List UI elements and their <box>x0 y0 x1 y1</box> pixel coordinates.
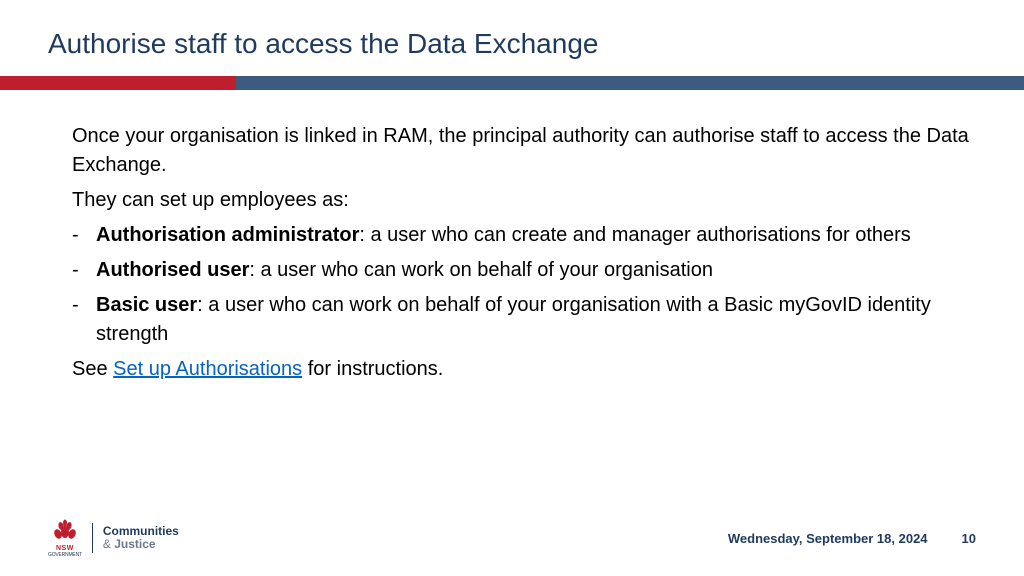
nsw-text: NSW <box>56 545 74 552</box>
list-dash: - <box>72 221 96 250</box>
list-item: - Basic user: a user who can work on beh… <box>72 291 976 349</box>
department-name: Communities & Justice <box>103 525 179 551</box>
list-item-body: Authorisation administrator: a user who … <box>96 221 976 250</box>
role-term: Basic user <box>96 294 197 316</box>
divider-red <box>0 76 236 90</box>
dept-line2: & Justice <box>103 538 179 551</box>
list-item-body: Basic user: a user who can work on behal… <box>96 291 976 349</box>
government-text: GOVERNMENT <box>48 552 82 558</box>
setup-authorisations-link[interactable]: Set up Authorisations <box>113 358 302 380</box>
role-term: Authorised user <box>96 259 249 281</box>
see-line: See Set up Authorisations for instructio… <box>72 355 976 384</box>
list-item: - Authorisation administrator: a user wh… <box>72 221 976 250</box>
list-dash: - <box>72 256 96 285</box>
role-term: Authorisation administrator <box>96 224 359 246</box>
footer-left: NSW GOVERNMENT Communities & Justice <box>48 518 179 558</box>
divider-bar <box>0 76 1024 90</box>
see-prefix: See <box>72 358 113 380</box>
footer-right: Wednesday, September 18, 2024 10 <box>728 531 976 546</box>
see-suffix: for instructions. <box>302 358 443 380</box>
intro-paragraph: Once your organisation is linked in RAM,… <box>72 122 976 180</box>
vertical-separator <box>92 523 93 553</box>
footer: NSW GOVERNMENT Communities & Justice Wed… <box>0 518 1024 558</box>
page-number: 10 <box>962 531 976 546</box>
nsw-logo: NSW GOVERNMENT <box>48 518 82 558</box>
content-body: Once your organisation is linked in RAM,… <box>0 90 1024 384</box>
role-desc: : a user who can work on behalf of your … <box>96 294 931 345</box>
setup-line: They can set up employees as: <box>72 186 976 215</box>
role-list: - Authorisation administrator: a user wh… <box>72 221 976 349</box>
role-desc: : a user who can create and manager auth… <box>359 224 910 246</box>
role-desc: : a user who can work on behalf of your … <box>249 259 713 281</box>
list-item: - Authorised user: a user who can work o… <box>72 256 976 285</box>
slide-title: Authorise staff to access the Data Excha… <box>0 0 1024 76</box>
waratah-icon <box>50 518 80 544</box>
list-item-body: Authorised user: a user who can work on … <box>96 256 976 285</box>
footer-date: Wednesday, September 18, 2024 <box>728 531 928 546</box>
list-dash: - <box>72 291 96 349</box>
divider-blue <box>236 76 1024 90</box>
